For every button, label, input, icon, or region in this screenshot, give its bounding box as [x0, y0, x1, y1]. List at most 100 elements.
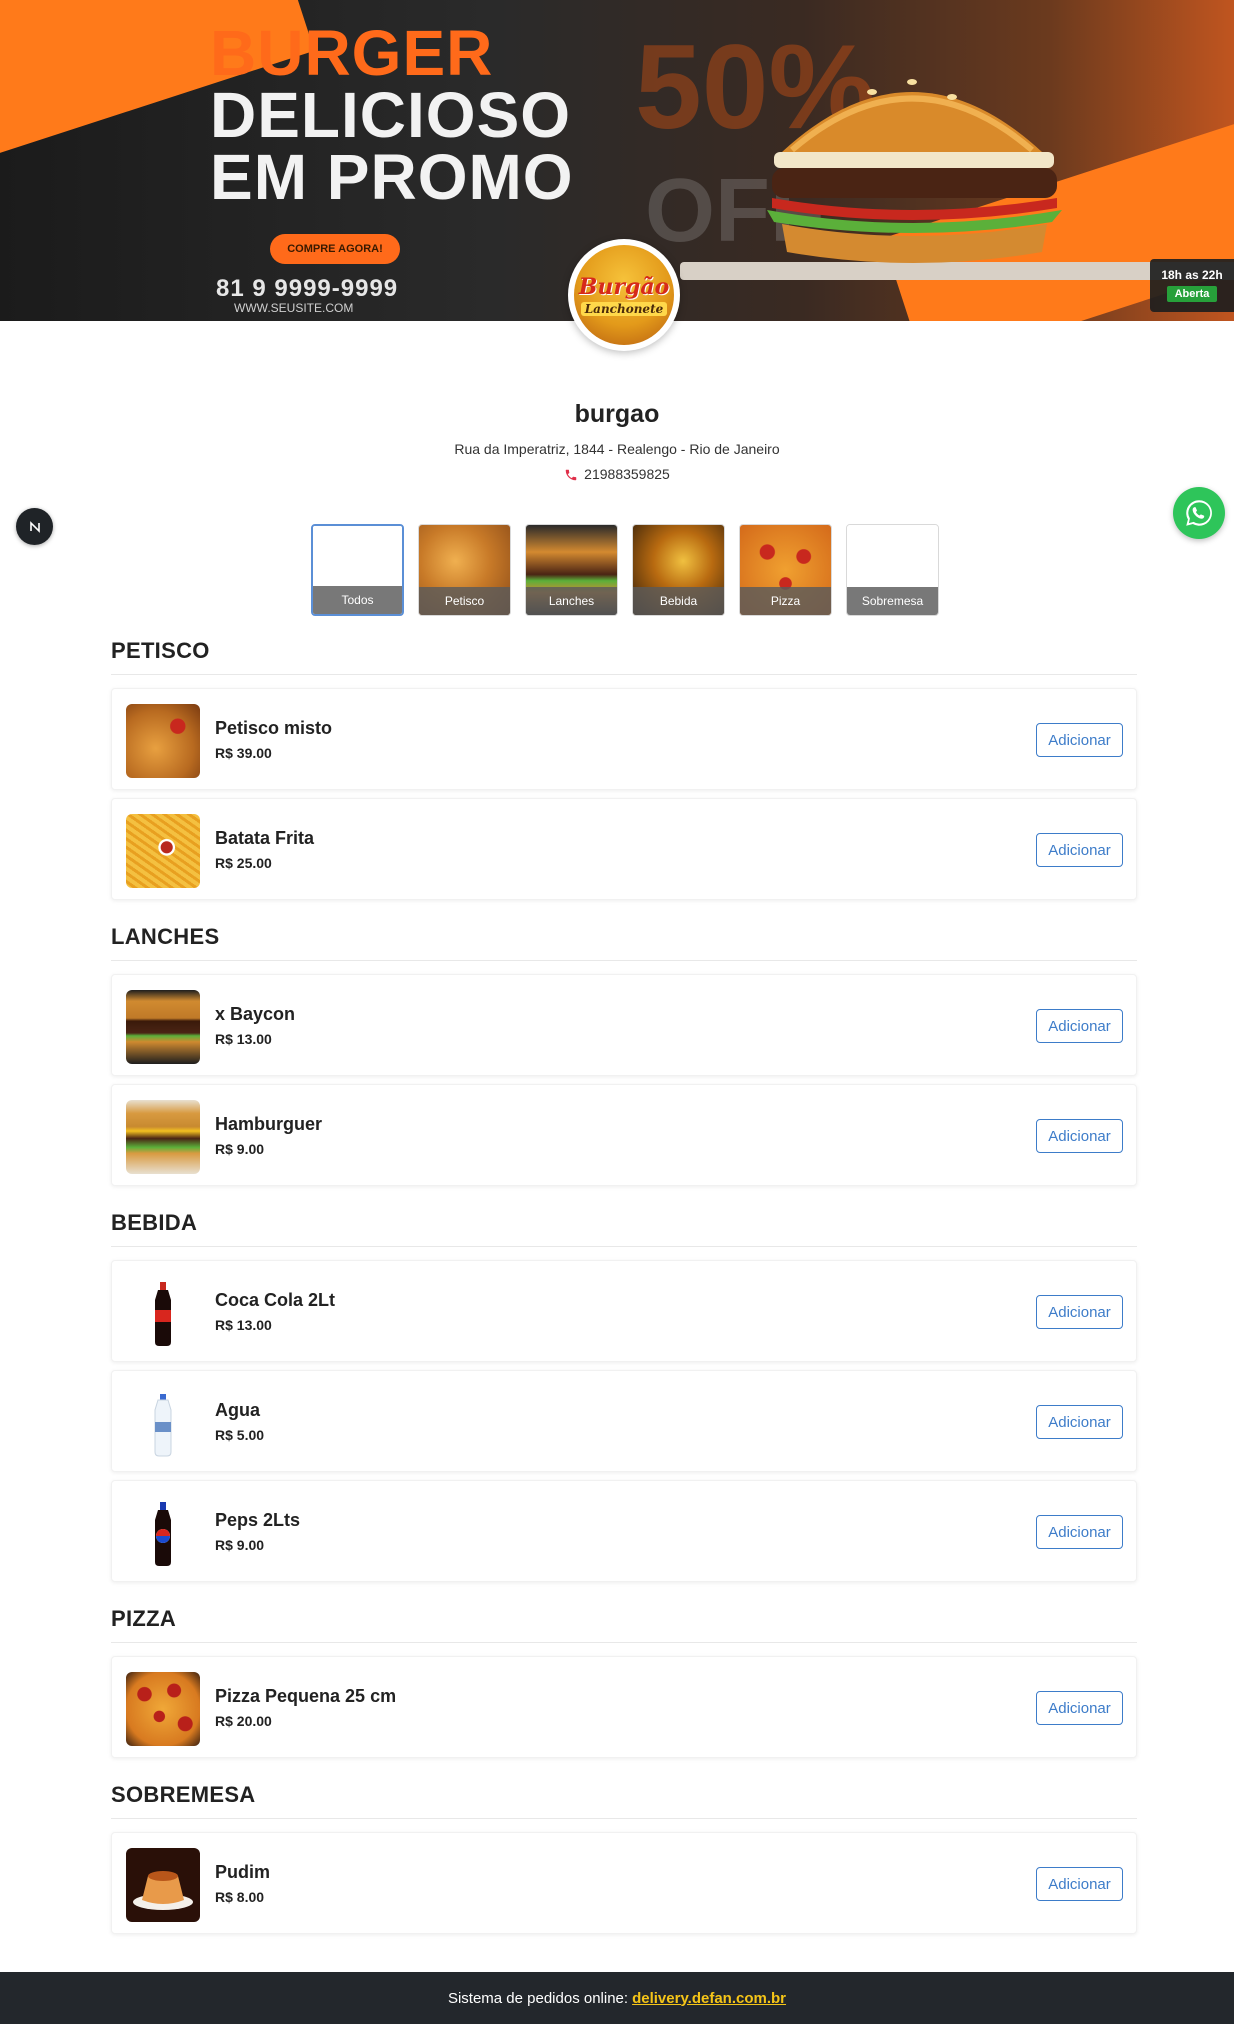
opening-hours: 18h as 22h	[1161, 268, 1223, 282]
banner-promo-phone: 81 9 9999-9999	[216, 275, 399, 302]
category-pizza[interactable]: Pizza	[739, 524, 832, 616]
product-image	[126, 1100, 200, 1174]
product-card: x Baycon R$ 13.00 Adicionar	[111, 974, 1137, 1076]
product-name: Peps 2Lts	[215, 1510, 301, 1530]
store-address: Rua da Imperatriz, 1844 - Realengo - Rio…	[454, 441, 780, 457]
whatsapp-icon	[1186, 500, 1212, 526]
category-label: Lanches	[526, 587, 617, 615]
product-name: Agua	[215, 1400, 260, 1420]
category-filter: Todos Petisco Lanches Bebida Pizza Sobre…	[311, 524, 939, 616]
section-title: PIZZA	[111, 1604, 1137, 1643]
logo-sub: Lanchonete	[580, 302, 668, 316]
product-image	[126, 814, 200, 888]
footer-link[interactable]: delivery.defan.com.br	[632, 1990, 786, 2007]
store-name: burgao	[574, 400, 660, 428]
navigation-badge[interactable]	[16, 508, 53, 545]
category-label: Pizza	[740, 587, 831, 615]
add-to-cart-button[interactable]: Adicionar	[1036, 1405, 1123, 1439]
product-name: Batata Frita	[215, 828, 315, 848]
product-image	[126, 704, 200, 778]
product-price: R$ 25.00	[215, 855, 272, 871]
phone-icon	[565, 470, 577, 481]
section-pizza: PIZZA Pizza Pequena 25 cm R$ 20.00 Adici…	[111, 1604, 1137, 1758]
product-image	[126, 1496, 200, 1570]
store-logo: Burgão Lanchonete	[568, 239, 680, 351]
opening-hours-box: 18h as 22h Aberta	[1150, 259, 1234, 312]
add-to-cart-button[interactable]: Adicionar	[1036, 1867, 1123, 1901]
store-phone[interactable]: 21988359825	[0, 466, 1234, 482]
product-name: Pizza Pequena 25 cm	[215, 1686, 397, 1706]
product-image	[126, 1386, 200, 1460]
product-card: Agua R$ 5.00 Adicionar	[111, 1370, 1137, 1472]
section-title: PETISCO	[111, 636, 1137, 675]
product-price: R$ 5.00	[215, 1427, 265, 1443]
status-badge: Aberta	[1166, 286, 1218, 302]
section-title: SOBREMESA	[111, 1780, 1137, 1819]
add-to-cart-button[interactable]: Adicionar	[1036, 1515, 1123, 1549]
product-name: Petisco misto	[215, 718, 333, 738]
product-card: Petisco misto R$ 39.00 Adicionar	[111, 688, 1137, 790]
water-bottle-icon	[154, 1394, 172, 1457]
product-price: R$ 8.00	[215, 1889, 265, 1905]
category-todos[interactable]: Todos	[311, 524, 404, 616]
banner-promo-button: COMPRE AGORA!	[270, 234, 400, 264]
category-petisco[interactable]: Petisco	[418, 524, 511, 616]
add-to-cart-button[interactable]: Adicionar	[1036, 1691, 1123, 1725]
logo-badge: Burgão Lanchonete	[574, 245, 674, 345]
product-card: Peps 2Lts R$ 9.00 Adicionar	[111, 1480, 1137, 1582]
product-price: R$ 13.00	[215, 1031, 272, 1047]
n-logo-icon	[29, 520, 40, 533]
product-price: R$ 9.00	[215, 1141, 265, 1157]
logo-name: Burgão	[578, 274, 670, 300]
add-to-cart-button[interactable]: Adicionar	[1036, 833, 1123, 867]
banner-headline-3: EM PROMO	[210, 141, 574, 213]
product-card: Hamburguer R$ 9.00 Adicionar	[111, 1084, 1137, 1186]
category-sobremesa[interactable]: Sobremesa	[846, 524, 939, 616]
cola-bottle-icon	[155, 1282, 171, 1346]
section-title: BEBIDA	[111, 1208, 1137, 1247]
category-label: Todos	[313, 586, 402, 614]
whatsapp-button[interactable]	[1173, 487, 1225, 539]
section-sobremesa: SOBREMESA Pudim R$ 8.00 Adicionar	[111, 1780, 1137, 1934]
product-price: R$ 9.00	[215, 1537, 265, 1553]
category-label: Petisco	[419, 587, 510, 615]
banner-headline-1: BURGER	[210, 17, 494, 89]
product-card: Pudim R$ 8.00 Adicionar	[111, 1832, 1137, 1934]
add-to-cart-button[interactable]: Adicionar	[1036, 1119, 1123, 1153]
add-to-cart-button[interactable]: Adicionar	[1036, 723, 1123, 757]
footer-text: Sistema de pedidos online:	[447, 1989, 629, 2007]
store-phone-number: 21988359825	[584, 466, 670, 482]
footer: Sistema de pedidos online: delivery.defa…	[0, 1972, 1234, 2024]
product-name: Coca Cola 2Lt	[215, 1290, 336, 1310]
category-label: Bebida	[633, 587, 724, 615]
banner-headline: BURGER DELICIOSO EM PROMO	[210, 17, 574, 213]
product-image	[126, 1848, 200, 1922]
burger-image	[767, 79, 1062, 263]
product-price: R$ 39.00	[215, 745, 272, 761]
product-card: Coca Cola 2Lt R$ 13.00 Adicionar	[111, 1260, 1137, 1362]
product-card: Batata Frita R$ 25.00 Adicionar	[111, 798, 1137, 900]
add-to-cart-button[interactable]: Adicionar	[1036, 1295, 1123, 1329]
product-image	[126, 1672, 200, 1746]
banner-headline-2: DELICIOSO	[210, 79, 572, 151]
product-card: Pizza Pequena 25 cm R$ 20.00 Adicionar	[111, 1656, 1137, 1758]
section-lanches: LANCHES x Baycon R$ 13.00 Adicionar Hamb…	[111, 922, 1137, 1186]
banner-promo-site: WWW.SEUSITE.COM	[234, 301, 354, 315]
add-to-cart-button[interactable]: Adicionar	[1036, 1009, 1123, 1043]
section-petisco: PETISCO Petisco misto R$ 39.00 Adicionar…	[111, 636, 1137, 900]
section-bebida: BEBIDA Coca Cola 2Lt R$ 13.00 Adicionar	[111, 1208, 1137, 1582]
section-title: LANCHES	[111, 922, 1137, 961]
pepsi-bottle-icon	[155, 1502, 171, 1566]
product-image	[126, 990, 200, 1064]
product-name: Pudim	[215, 1862, 271, 1882]
product-name: Hamburguer	[215, 1114, 323, 1134]
product-price: R$ 13.00	[215, 1317, 272, 1333]
product-name: x Baycon	[215, 1004, 296, 1024]
category-label: Sobremesa	[847, 587, 938, 615]
menu-content: PETISCO Petisco misto R$ 39.00 Adicionar…	[111, 636, 1137, 1956]
product-image	[126, 1276, 200, 1350]
category-lanches[interactable]: Lanches	[525, 524, 618, 616]
product-price: R$ 20.00	[215, 1713, 272, 1729]
pudding-icon	[133, 1871, 193, 1910]
category-bebida[interactable]: Bebida	[632, 524, 725, 616]
